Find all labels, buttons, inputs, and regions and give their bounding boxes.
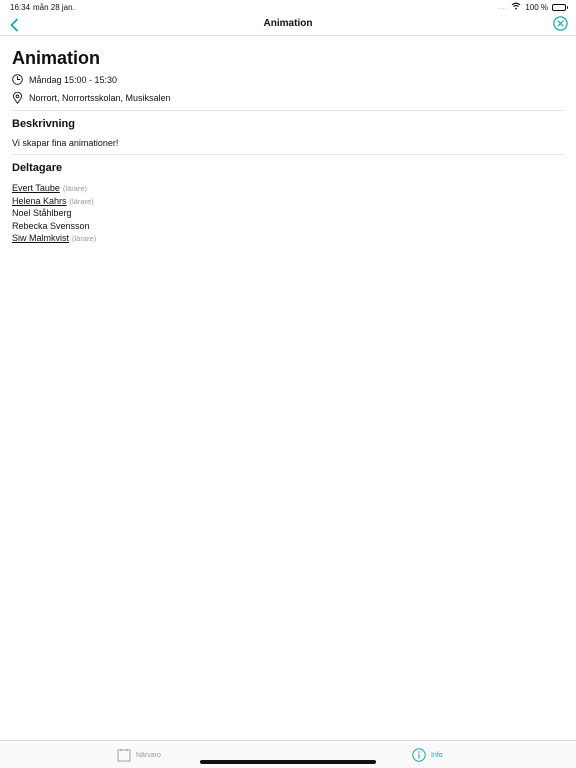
calendar-icon (117, 748, 131, 762)
info-icon (412, 748, 426, 762)
event-title: Animation (12, 48, 100, 68)
participant-role: (lärare) (72, 234, 97, 243)
divider (12, 110, 564, 111)
participant-item: Rebecka Svensson (12, 220, 96, 233)
status-bar: 16:34 mån 28 jan. .... 100 % (0, 0, 576, 14)
participant-link[interactable]: Helena Kahrs (12, 196, 67, 206)
status-date: mån 28 jan. (33, 3, 75, 12)
participant-link[interactable]: Evert Taube (12, 183, 60, 193)
navigation-bar: Animation (0, 14, 576, 36)
status-indicators: .... 100 % (497, 2, 568, 12)
participant-item: Noel Ståhlberg (12, 207, 96, 220)
participants-heading: Deltagare (12, 162, 63, 174)
event-time: Måndag 15:00 - 15:30 (29, 74, 118, 85)
wifi-icon (511, 2, 521, 12)
divider (12, 154, 564, 155)
participants-list: Evert Taube (lärare) Helena Kahrs (lärare)… (12, 182, 96, 245)
description-text: Vi skapar fina animationer! (12, 138, 119, 148)
description-heading: Beskrivning (12, 118, 75, 130)
battery-percent: 100 % (525, 2, 548, 12)
participant-link[interactable]: Siw Malmkvist (12, 233, 69, 243)
participant-name: Rebecka Svensson (12, 220, 90, 231)
participant-role: (lärare) (69, 196, 94, 206)
participant-role: (lärare) (62, 184, 88, 193)
signal-dots: .... (497, 3, 508, 11)
tab-narvaro-label: Närvaro (136, 751, 161, 759)
status-time: 16:34 (10, 3, 31, 12)
tab-info[interactable]: Info (412, 741, 443, 768)
tab-narvaro[interactable]: Närvaro (117, 741, 161, 768)
nav-title: Animation (263, 18, 313, 29)
home-indicator (200, 760, 376, 764)
participant-item: Helena Kahrs (lärare) (12, 195, 96, 208)
participant-item: Evert Taube (lärare) (12, 182, 96, 195)
location-pin-icon (12, 92, 23, 104)
tab-info-label: Info (431, 751, 443, 759)
participant-name: Noel Ståhlberg (12, 208, 72, 218)
event-time-row: Måndag 15:00 - 15:30 (12, 74, 117, 85)
close-button[interactable] (552, 15, 568, 31)
event-location-row: Norrort, Norrortsskolan, Musiksalen (12, 92, 171, 104)
close-circle-icon (552, 15, 568, 31)
battery-icon (552, 3, 568, 11)
event-location: Norrort, Norrortsskolan, Musiksalen (29, 93, 171, 103)
participant-item: Siw Malmkvist (lärare) (12, 232, 96, 245)
clock-icon (12, 74, 23, 85)
